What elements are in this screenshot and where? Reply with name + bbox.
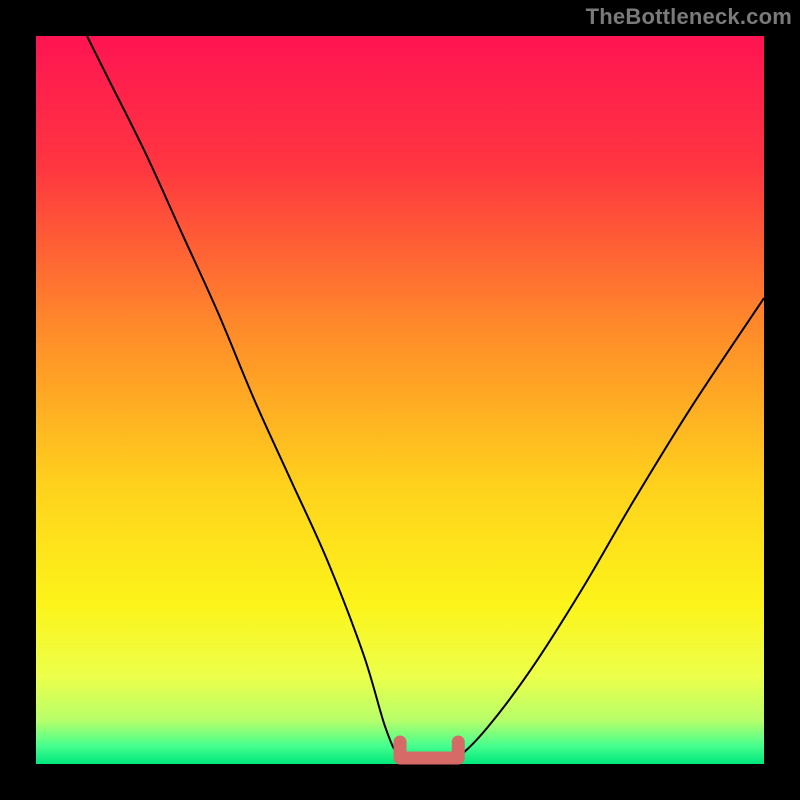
plot-background (36, 36, 764, 764)
watermark-label: TheBottleneck.com (586, 4, 792, 30)
bottleneck-chart: TheBottleneck.com (0, 0, 800, 800)
chart-canvas (0, 0, 800, 800)
